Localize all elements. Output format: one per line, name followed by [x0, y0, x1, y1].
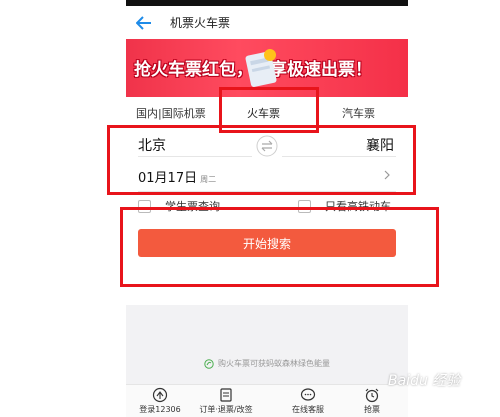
hint-text: 购火车票可获蚂蚁森林绿色能量	[218, 359, 330, 368]
service-label: 在线客服	[292, 405, 324, 414]
grab-ticket-button[interactable]: 抢票	[342, 387, 402, 415]
highlight-box-search	[120, 207, 439, 287]
nav-bar: 机票火车票	[126, 6, 408, 39]
ticket-icon	[245, 49, 277, 88]
alarm-clock-icon	[365, 388, 379, 403]
bottom-toolbar: 登录12306 订单·退票/改签 在线客服 抢票	[126, 384, 408, 417]
orders-label: 订单·退票/改签	[199, 405, 253, 414]
tab-flight[interactable]: 国内|国际机票	[136, 105, 206, 121]
tab-bus[interactable]: 汽车票	[342, 105, 375, 121]
login-icon	[152, 387, 168, 403]
chat-icon	[300, 388, 316, 401]
orders-button[interactable]: 订单·退票/改签	[196, 387, 256, 415]
page-title: 机票火车票	[170, 16, 231, 30]
login-label: 登录12306	[139, 405, 181, 414]
grab-label: 抢票	[364, 405, 380, 414]
ant-forest-hint: 购火车票可获蚂蚁森林绿色能量	[126, 358, 408, 369]
order-icon	[220, 388, 232, 402]
online-service-button[interactable]: 在线客服	[278, 387, 338, 415]
highlight-box-route-date	[107, 125, 416, 195]
leaf-icon	[204, 358, 214, 369]
back-arrow-icon[interactable]	[136, 12, 158, 34]
watermark-logo: Baidu 经验	[388, 373, 461, 389]
login-12306-button[interactable]: 登录12306	[130, 387, 190, 415]
